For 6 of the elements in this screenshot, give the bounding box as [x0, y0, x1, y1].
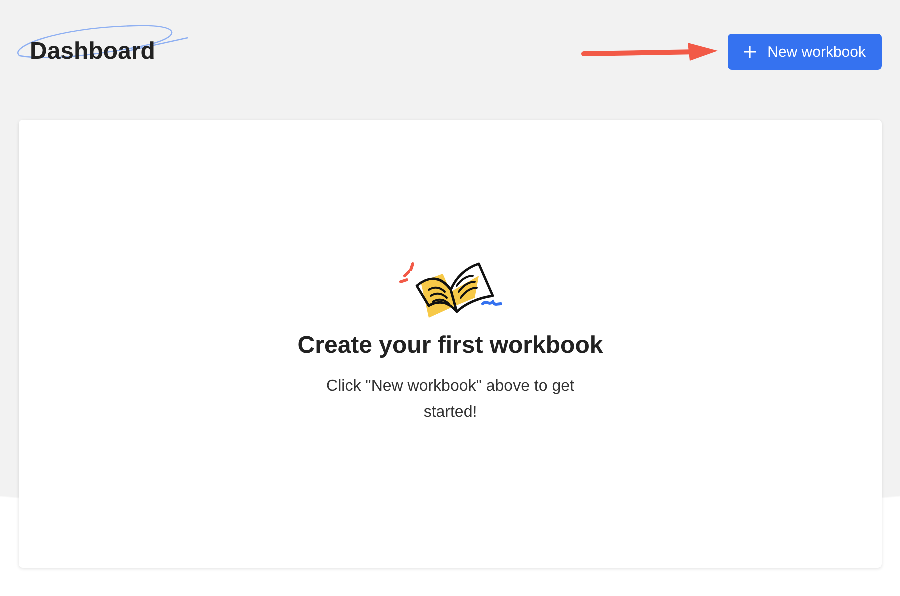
- plus-icon: [744, 46, 756, 58]
- empty-state-heading: Create your first workbook: [298, 332, 604, 360]
- empty-state-message: Click "New workbook" above to get started!: [326, 377, 576, 423]
- arrow-icon: [580, 40, 720, 64]
- page-title: Dashboard: [30, 38, 156, 66]
- new-workbook-button[interactable]: New workbook: [728, 34, 882, 70]
